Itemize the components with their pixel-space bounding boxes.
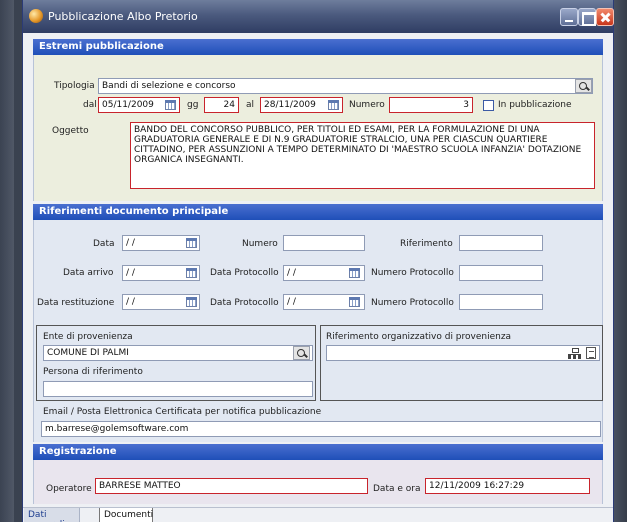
gg-label: gg bbox=[187, 100, 199, 110]
app-icon bbox=[29, 9, 43, 23]
in-pubblicazione-checkbox[interactable] bbox=[483, 100, 494, 111]
desktop-left-edge bbox=[0, 0, 14, 522]
data-calendar-icon[interactable] bbox=[186, 238, 197, 248]
title-bar[interactable]: Pubblicazione Albo Pretorio bbox=[23, 0, 614, 33]
numero-doc-field[interactable] bbox=[283, 235, 365, 251]
riferimento-label: Riferimento bbox=[400, 239, 453, 249]
data-label: Data bbox=[93, 239, 115, 249]
tab-dati-generali[interactable]: Dati generali bbox=[24, 508, 80, 522]
email-label: Email / Posta Elettronica Certificata pe… bbox=[43, 407, 322, 417]
numero-protocollo-field[interactable] bbox=[459, 265, 543, 281]
dal-label: dal bbox=[83, 100, 97, 110]
minimize-button[interactable] bbox=[560, 8, 578, 26]
data-protocollo2-label: Data Protocollo bbox=[210, 298, 279, 308]
tipologia-field[interactable]: Bandi di selezione e concorso bbox=[98, 78, 593, 94]
desktop-right-edge bbox=[613, 0, 627, 522]
data-protocollo2-calendar-icon[interactable] bbox=[349, 297, 360, 307]
maximize-button[interactable] bbox=[578, 8, 596, 26]
tab-bar: Dati generali Documenti bbox=[23, 507, 613, 522]
persona-field[interactable] bbox=[43, 381, 313, 397]
oggetto-textarea[interactable]: BANDO DEL CONCORSO PUBBLICO, PER TITOLI … bbox=[130, 122, 595, 189]
section-registrazione-header: Registrazione bbox=[33, 444, 603, 460]
numero-protocollo2-field[interactable] bbox=[459, 294, 543, 310]
riferimento-field[interactable] bbox=[459, 235, 543, 251]
data-protocollo-label: Data Protocollo bbox=[210, 268, 279, 278]
section-riferimenti-header: Riferimenti documento principale bbox=[33, 204, 603, 220]
persona-label: Persona di riferimento bbox=[43, 367, 143, 377]
ente-label: Ente di provenienza bbox=[43, 332, 133, 342]
dal-calendar-icon[interactable] bbox=[165, 100, 176, 110]
numero-label: Numero bbox=[349, 100, 385, 110]
operatore-field[interactable]: BARRESE MATTEO bbox=[95, 478, 368, 494]
data-restituzione-calendar-icon[interactable] bbox=[186, 297, 197, 307]
operatore-label: Operatore bbox=[46, 484, 92, 494]
org-tree-icon[interactable] bbox=[568, 348, 581, 359]
ente-search-icon[interactable] bbox=[293, 346, 310, 360]
rif-org-field[interactable] bbox=[326, 345, 600, 361]
data-arrivo-calendar-icon[interactable] bbox=[186, 268, 197, 278]
data-ora-field[interactable]: 12/11/2009 16:27:29 bbox=[425, 478, 590, 494]
tab-documenti[interactable]: Documenti bbox=[99, 508, 153, 522]
al-label: al bbox=[246, 100, 255, 110]
data-ora-label: Data e ora bbox=[373, 484, 421, 494]
tipologia-search-icon[interactable] bbox=[575, 79, 592, 93]
window-title: Pubblicazione Albo Pretorio bbox=[48, 10, 198, 23]
numero-field[interactable]: 3 bbox=[389, 97, 473, 113]
al-calendar-icon[interactable] bbox=[328, 100, 339, 110]
oggetto-label: Oggetto bbox=[52, 126, 89, 136]
email-field[interactable]: m.barrese@golemsoftware.com bbox=[41, 421, 601, 437]
rif-org-label: Riferimento organizzativo di provenienza bbox=[326, 332, 512, 342]
data-restituzione-label: Data restituzione bbox=[37, 298, 115, 308]
ente-field[interactable]: COMUNE DI PALMI bbox=[43, 345, 313, 361]
albo-pretorio-window: Pubblicazione Albo Pretorio Estremi pubb… bbox=[22, 0, 614, 522]
numero-protocollo-label: Numero Protocollo bbox=[371, 268, 454, 278]
close-button[interactable] bbox=[596, 8, 614, 26]
numero-doc-label: Numero bbox=[242, 239, 278, 249]
section-estremi-header: Estremi pubblicazione bbox=[33, 39, 603, 55]
org-document-icon[interactable] bbox=[586, 347, 596, 359]
gg-field[interactable]: 24 bbox=[204, 97, 239, 113]
in-pubblicazione-label: In pubblicazione bbox=[498, 100, 572, 110]
data-arrivo-label: Data arrivo bbox=[63, 268, 114, 278]
numero-protocollo2-label: Numero Protocollo bbox=[371, 298, 454, 308]
data-protocollo-calendar-icon[interactable] bbox=[349, 268, 360, 278]
tipologia-label: Tipologia bbox=[54, 81, 95, 91]
